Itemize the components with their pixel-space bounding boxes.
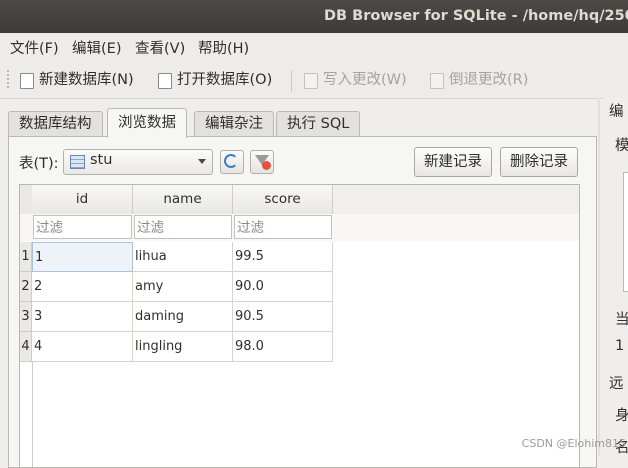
- row-header-divider: [32, 362, 33, 467]
- cell-id[interactable]: 1: [32, 242, 133, 272]
- cell-id[interactable]: 4: [32, 332, 133, 362]
- cell-score[interactable]: 90.5: [233, 302, 333, 332]
- edit-cell-dock: 编 模 当 1 远 身 名: [603, 98, 628, 456]
- cell-id[interactable]: 3: [32, 302, 133, 332]
- cell-editor[interactable]: [623, 172, 628, 292]
- clear-filters-button[interactable]: [250, 150, 274, 174]
- row-header[interactable]: 4: [20, 332, 32, 362]
- current-value: 1: [615, 338, 625, 354]
- new-record-button[interactable]: 新建记录: [414, 147, 492, 177]
- chevron-down-icon: [198, 159, 206, 164]
- table-label: 表(T):: [19, 156, 59, 172]
- open-database-icon: [158, 73, 172, 89]
- revert-changes-icon: [430, 73, 444, 89]
- cell-id[interactable]: 2: [32, 272, 133, 302]
- cell-name[interactable]: amy: [133, 272, 233, 302]
- tab-edit-pragmas[interactable]: 编辑杂注: [194, 111, 274, 137]
- tab-database-structure[interactable]: 数据库结构: [8, 111, 103, 137]
- tab-browse-data[interactable]: 浏览数据: [107, 108, 187, 138]
- toolbar-separator: [291, 70, 292, 92]
- dock-splitter[interactable]: [598, 98, 600, 456]
- menu-file[interactable]: 文件(F): [10, 37, 59, 58]
- cell-score[interactable]: 99.5: [233, 242, 333, 272]
- row-header[interactable]: 2: [20, 272, 32, 302]
- clear-icon: [262, 161, 271, 170]
- open-database-label: 打开数据库(O): [177, 72, 273, 88]
- window-titlebar: DB Browser for SQLite - /home/hq/25041/d: [0, 0, 628, 33]
- write-changes-label: 写入更改(W): [323, 72, 407, 88]
- delete-record-button[interactable]: 删除记录: [500, 147, 578, 177]
- data-grid[interactable]: id name score 过滤 过滤 过滤 1 1 lihua 99.5 2 …: [19, 184, 580, 468]
- revert-changes-label: 倒退更改(R): [449, 72, 529, 88]
- filter-input-name[interactable]: 过滤: [134, 215, 232, 239]
- table-select-value: stu: [90, 152, 113, 168]
- new-database-icon: [20, 73, 34, 89]
- window-title: DB Browser for SQLite - /home/hq/25041/d: [324, 8, 628, 24]
- column-header-score[interactable]: score: [233, 185, 333, 215]
- current-label: 当: [615, 312, 628, 328]
- menu-help[interactable]: 帮助(H): [198, 37, 249, 58]
- new-database-label: 新建数据库(N): [39, 72, 134, 88]
- filter-input-score[interactable]: 过滤: [234, 215, 332, 239]
- filter-input-id[interactable]: 过滤: [33, 215, 132, 239]
- row-header[interactable]: 1: [20, 242, 32, 272]
- cell-name[interactable]: lihua: [133, 242, 233, 272]
- refresh-button[interactable]: [220, 150, 244, 174]
- cell-score[interactable]: 90.0: [233, 272, 333, 302]
- table-select[interactable]: stu: [63, 149, 213, 175]
- column-header-id[interactable]: id: [32, 185, 133, 215]
- cell-name[interactable]: daming: [133, 302, 233, 332]
- table-icon: [70, 155, 85, 169]
- filter-row: 过滤 过滤 过滤: [20, 214, 579, 241]
- tab-execute-sql[interactable]: 执行 SQL: [276, 111, 361, 137]
- menu-view[interactable]: 查看(V): [135, 37, 185, 58]
- cell-name[interactable]: lingling: [133, 332, 233, 362]
- refresh-icon: [224, 154, 238, 168]
- dock-title: 编: [609, 104, 624, 120]
- watermark: CSDN @Elohim815: [521, 437, 626, 450]
- cell-score[interactable]: 98.0: [233, 332, 333, 362]
- write-changes-icon: [304, 73, 318, 89]
- remote-label: 远: [609, 376, 624, 392]
- row-header[interactable]: 3: [20, 302, 32, 332]
- header-filler: [333, 185, 579, 215]
- menu-edit[interactable]: 编辑(E): [72, 37, 121, 58]
- column-header-name[interactable]: name: [133, 185, 233, 215]
- mode-label: 模: [615, 138, 628, 154]
- identity-label: 身: [615, 408, 628, 424]
- main-toolbar: 新建数据库(N) 打开数据库(O) 写入更改(W) 倒退更改(R): [0, 62, 628, 99]
- menubar: 文件(F) 编辑(E) 查看(V) 帮助(H): [0, 33, 628, 60]
- toolbar-grip[interactable]: [7, 70, 9, 90]
